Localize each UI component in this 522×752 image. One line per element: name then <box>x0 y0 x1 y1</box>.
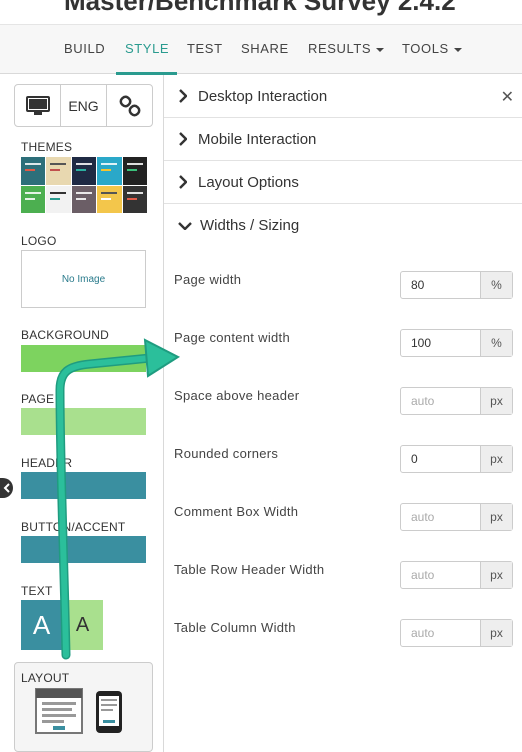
section-label: Widths / Sizing <box>200 217 300 234</box>
page-content-width-field: 100 % <box>400 329 513 357</box>
background-color-swatch[interactable] <box>21 345 146 372</box>
section-desktop-interaction[interactable]: Desktop Interaction <box>164 75 522 118</box>
comment-box-width-field: auto px <box>400 503 513 531</box>
nav-share[interactable]: SHARE <box>241 41 289 56</box>
chevron-down-icon <box>376 47 385 52</box>
mobile-layout-icon[interactable] <box>95 690 123 734</box>
section-layout-options[interactable]: Layout Options <box>164 161 522 204</box>
layout-label: LAYOUT <box>21 671 70 685</box>
page-content-width-label: Page content width <box>174 330 290 345</box>
rounded-corners-field: 0 px <box>400 445 513 473</box>
unit-label: px <box>481 504 512 530</box>
theme-swatch[interactable] <box>71 185 97 213</box>
section-mobile-interaction[interactable]: Mobile Interaction <box>164 118 522 161</box>
button-accent-color-swatch[interactable] <box>21 536 146 563</box>
section-label: Desktop Interaction <box>198 87 328 105</box>
table-row-header-width-input[interactable]: auto <box>401 562 481 588</box>
section-widths-sizing[interactable]: Widths / Sizing <box>164 204 522 247</box>
logo-placeholder: No Image <box>61 273 106 285</box>
nav-test[interactable]: TEST <box>187 41 223 56</box>
theme-picker <box>21 157 147 213</box>
theme-swatch[interactable] <box>97 185 122 213</box>
theme-swatch[interactable] <box>122 185 147 213</box>
text-color-dark-swatch[interactable]: A <box>21 600 62 650</box>
page-width-label: Page width <box>174 272 242 287</box>
theme-swatch[interactable] <box>122 157 147 185</box>
layout-panel: LAYOUT <box>14 662 153 752</box>
unit-label: px <box>481 446 512 472</box>
unit-label: px <box>481 620 512 646</box>
text-color-light-swatch[interactable]: A <box>62 600 103 650</box>
settings-panel: Desktop Interaction ✕ Mobile Interaction… <box>164 75 522 752</box>
survey-title: Master/Benchmark Survey 2.4.2 <box>64 0 456 16</box>
unit-label: % <box>481 330 512 356</box>
desktop-preview-button[interactable] <box>15 85 61 126</box>
rounded-corners-label: Rounded corners <box>174 446 279 461</box>
space-above-header-input[interactable]: auto <box>401 388 481 414</box>
logo-label: LOGO <box>21 234 57 248</box>
unit-label: % <box>481 272 512 298</box>
theme-swatch[interactable] <box>21 157 46 185</box>
theme-swatch[interactable] <box>46 157 71 185</box>
theme-swatch[interactable] <box>21 185 46 213</box>
nav-build[interactable]: BUILD <box>64 41 105 56</box>
nav-tools[interactable]: TOOLS <box>402 41 462 56</box>
comment-box-width-label: Comment Box Width <box>174 504 299 519</box>
close-icon[interactable]: ✕ <box>501 87 514 107</box>
section-label: Layout Options <box>198 173 299 191</box>
background-label: BACKGROUND <box>21 328 110 342</box>
title-bar: Master/Benchmark Survey 2.4.2 <box>0 0 522 24</box>
theme-swatch[interactable] <box>46 185 71 213</box>
link-icon <box>119 95 140 116</box>
table-row-header-width-field: auto px <box>400 561 513 589</box>
space-above-header-label: Space above header <box>174 388 300 403</box>
page-color-swatch[interactable] <box>21 408 146 435</box>
space-above-header-field: auto px <box>400 387 513 415</box>
comment-box-width-input[interactable]: auto <box>401 504 481 530</box>
nav-tools-label: TOOLS <box>402 41 449 56</box>
theme-swatch[interactable] <box>71 157 97 185</box>
chevron-right-icon <box>178 89 192 103</box>
chevron-right-icon <box>178 175 192 189</box>
unit-label: px <box>481 388 512 414</box>
logo-upload[interactable]: No Image <box>21 250 146 308</box>
nav-results[interactable]: RESULTS <box>308 41 385 56</box>
page-width-field: 80 % <box>400 271 513 299</box>
table-column-width-input[interactable]: auto <box>401 620 481 646</box>
rounded-corners-input[interactable]: 0 <box>401 446 481 472</box>
table-column-width-field: auto px <box>400 619 513 647</box>
theme-swatch[interactable] <box>97 157 122 185</box>
table-column-width-label: Table Column Width <box>174 620 296 635</box>
themes-label: THEMES <box>21 140 73 154</box>
desktop-icon <box>25 95 50 115</box>
section-label: Mobile Interaction <box>198 130 317 148</box>
unit-label: px <box>481 562 512 588</box>
chevron-down-icon <box>453 47 462 52</box>
chevron-left-icon <box>3 483 10 493</box>
header-label: HEADER <box>21 456 73 470</box>
nav-style[interactable]: STYLE <box>125 41 169 56</box>
page-content-width-input[interactable]: 100 <box>401 330 481 356</box>
chevron-down-icon <box>178 221 194 230</box>
chevron-right-icon <box>178 132 192 146</box>
header-color-swatch[interactable] <box>21 472 146 499</box>
page-label: PAGE <box>21 392 55 406</box>
table-row-header-width-label: Table Row Header Width <box>174 562 325 577</box>
nav-results-label: RESULTS <box>308 41 372 56</box>
style-sidebar: ENG THEMES LOGO No Image BACKGROUND PAGE… <box>0 75 164 752</box>
desktop-layout-icon[interactable] <box>35 688 83 734</box>
button-accent-label: BUTTON/ACCENT <box>21 520 126 534</box>
text-label: TEXT <box>21 584 53 598</box>
main-nav: BUILD STYLE TEST SHARE RESULTS TOOLS <box>0 24 522 75</box>
device-toggle-bar: ENG <box>14 84 153 127</box>
page-width-input[interactable]: 80 <box>401 272 481 298</box>
language-button[interactable]: ENG <box>61 85 107 126</box>
link-button[interactable] <box>107 85 152 126</box>
